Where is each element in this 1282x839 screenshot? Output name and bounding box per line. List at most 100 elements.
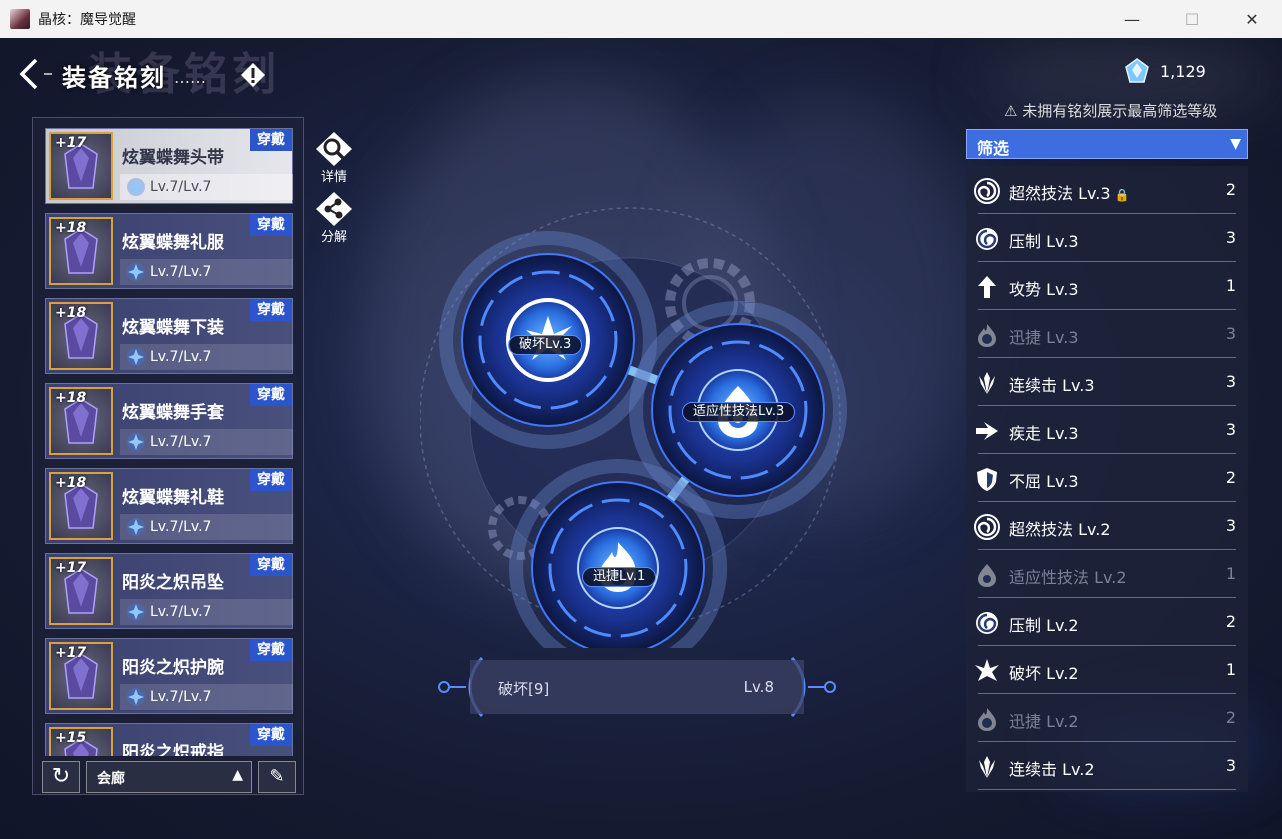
node-label-adaptive: 适应性技法Lv.3	[682, 402, 796, 422]
item-thumbnail: +17	[49, 557, 113, 625]
maximize-button[interactable]: ☐	[1162, 0, 1222, 38]
filter-dropdown[interactable]: 筛选 ▼	[966, 129, 1248, 159]
filter-rune-count: 1	[1225, 660, 1236, 679]
equipped-badge: 穿戴	[250, 214, 292, 236]
game-window: 晶核：魔导觉醒 — ☐ ✕ 装备铭刻 装备铭刻 …… +17 炫翼蝶舞头带 Lv…	[0, 0, 1282, 839]
equipment-item[interactable]: +18 炫翼蝶舞礼鞋 Lv.7/Lv.7 穿戴	[45, 468, 293, 544]
item-thumbnail: +18	[49, 387, 113, 455]
item-name: 阳炎之炽戒指	[122, 743, 224, 756]
warning-icon[interactable]	[240, 62, 266, 88]
filter-rune-count: 3	[1225, 420, 1236, 439]
item-thumbnail: +17	[49, 132, 113, 200]
edit-button[interactable]: ✎	[258, 761, 296, 793]
item-name: 炫翼蝶舞头带	[122, 148, 224, 168]
filter-row[interactable]: 连续击 Lv.3 3	[966, 358, 1248, 406]
info-rune-name: 破坏[9]	[498, 680, 550, 698]
rune-node-swift[interactable]	[509, 459, 727, 648]
filter-rune-name: 适应性技法 Lv.2	[1009, 564, 1127, 588]
filter-rune-count: 2	[1225, 708, 1236, 727]
filter-rune-name: 迅捷 Lv.2	[1009, 708, 1079, 732]
refresh-button[interactable]: ↻	[42, 761, 80, 793]
filter-row[interactable]: 迅捷 Lv.2 2	[966, 694, 1248, 742]
disassemble-icon	[316, 192, 352, 226]
filter-rune-name: 不屈 Lv.3	[1009, 468, 1079, 492]
filter-rune-name: 连续击 Lv.2	[1009, 756, 1095, 780]
disassemble-button[interactable]: 分解	[314, 190, 354, 245]
equipment-item[interactable]: +18 炫翼蝶舞下装 Lv.7/Lv.7 穿戴	[45, 298, 293, 374]
filter-rune-name: 破坏 Lv.2	[1009, 660, 1079, 684]
details-button[interactable]: 详情	[314, 130, 354, 185]
filter-rune-name-text: 连续击 Lv.2	[1009, 760, 1095, 779]
title-dots: ……	[174, 68, 206, 87]
item-level-row: Lv.7/Lv.7	[120, 514, 293, 540]
equipped-badge: 穿戴	[250, 299, 292, 321]
filter-list[interactable]: 超然技法 Lv.3 🔒 2 压制 Lv.3 3 攻势 Lv.3 1 迅捷 Lv.3 3 连续击 L…	[966, 166, 1248, 792]
filter-rune-count: 3	[1225, 324, 1236, 343]
filter-row[interactable]: 连续击 Lv.2 3	[966, 742, 1248, 790]
item-thumbnail: +15	[49, 727, 113, 756]
item-level: Lv.7/Lv.7	[150, 519, 212, 535]
item-level-row: Lv.7/Lv.7	[120, 174, 293, 200]
filter-row[interactable]: 适应性技法 Lv.2 1	[966, 550, 1248, 598]
filter-rune-name: 连续击 Lv.3	[1009, 372, 1095, 396]
game-viewport: 装备铭刻 装备铭刻 …… +17 炫翼蝶舞头带 Lv.7/Lv.7 穿戴 +18 炫翼蝶舞…	[0, 38, 1282, 839]
spiral-icon	[974, 514, 1000, 540]
filter-rune-name: 超然技法 Lv.2	[1009, 516, 1111, 540]
equipment-item[interactable]: +18 炫翼蝶舞礼服 Lv.7/Lv.7 穿戴	[45, 213, 293, 289]
equipped-badge: 穿戴	[250, 469, 292, 491]
swirl-icon	[976, 228, 998, 250]
node-label-swift: 迅捷Lv.1	[582, 567, 657, 587]
item-level: Lv.7/Lv.7	[150, 264, 212, 280]
item-thumbnail: +18	[49, 302, 113, 370]
filter-label: 筛选	[977, 139, 1010, 158]
caret-up-icon: ▲	[232, 767, 243, 783]
equipment-item[interactable]: +17 阳炎之炽吊坠 Lv.7/Lv.7 穿戴	[45, 553, 293, 629]
filter-rune-count: 2	[1225, 612, 1236, 631]
equipment-item[interactable]: +18 炫翼蝶舞手套 Lv.7/Lv.7 穿戴	[45, 383, 293, 459]
close-button[interactable]: ✕	[1222, 0, 1282, 38]
disassemble-label: 分解	[320, 230, 347, 245]
filter-rune-name: 攻势 Lv.3	[1009, 276, 1079, 300]
item-thumbnail: +17	[49, 642, 113, 710]
currency-display: 1,129	[1124, 58, 1206, 84]
filter-row[interactable]: 攻势 Lv.3 1	[966, 262, 1248, 310]
item-level-row: Lv.7/Lv.7	[120, 259, 293, 285]
back-button[interactable]	[14, 56, 58, 92]
filter-rune-name-text: 超然技法 Lv.2	[1009, 520, 1111, 539]
item-enhance-level: +18	[55, 220, 87, 236]
item-level: Lv.7/Lv.7	[150, 179, 212, 195]
equipment-item[interactable]: +15 阳炎之炽戒指 穿戴	[45, 723, 293, 756]
filter-rune-name: 超然技法 Lv.3 🔒	[1009, 180, 1129, 204]
lock-icon: 🔒	[1114, 188, 1130, 202]
item-name: 阳炎之炽护腕	[122, 658, 224, 678]
filter-row[interactable]: 超然技法 Lv.3 🔒 2	[966, 166, 1248, 214]
spiral-icon	[974, 178, 1000, 204]
equipped-badge: 穿戴	[250, 724, 292, 746]
equipped-badge: 穿戴	[250, 384, 292, 406]
sort-dropdown[interactable]: 会廊 ▲	[86, 761, 252, 793]
filter-rune-count: 1	[1225, 564, 1236, 583]
equipment-item[interactable]: +17 阳炎之炽护腕 Lv.7/Lv.7 穿戴	[45, 638, 293, 714]
dash-icon	[976, 422, 998, 440]
app-icon	[10, 9, 30, 29]
filter-row[interactable]: 疾走 Lv.3 3	[966, 406, 1248, 454]
item-name: 炫翼蝶舞下装	[122, 318, 224, 338]
filter-note: ⚠ 未拥有铭刻展示最高筛选等级	[1004, 102, 1218, 120]
window-title: 晶核：魔导觉醒	[38, 12, 136, 28]
filter-rune-name: 疾走 Lv.3	[1009, 420, 1079, 444]
filter-row[interactable]: 不屈 Lv.3 2	[966, 454, 1248, 502]
minimize-button[interactable]: —	[1102, 0, 1162, 38]
filter-rune-name-text: 压制 Lv.3	[1009, 232, 1079, 251]
filter-rune-name-text: 疾走 Lv.3	[1009, 424, 1079, 443]
item-enhance-level: +17	[55, 645, 87, 661]
filter-row[interactable]: 破坏 Lv.2 1	[966, 646, 1248, 694]
filter-row[interactable]: 超然技法 Lv.2 3	[966, 502, 1248, 550]
filter-row[interactable]: 压制 Lv.3 3	[966, 214, 1248, 262]
filter-row[interactable]: 迅捷 Lv.3 3	[966, 310, 1248, 358]
details-label: 详情	[320, 170, 347, 185]
filter-row[interactable]: 压制 Lv.2 2	[966, 598, 1248, 646]
rune-info-bar[interactable]: 破坏[9] Lv.8	[436, 656, 838, 718]
equipment-item[interactable]: +17 炫翼蝶舞头带 Lv.7/Lv.7 穿戴	[45, 128, 293, 204]
trident-icon	[979, 756, 995, 778]
equipment-list[interactable]: +17 炫翼蝶舞头带 Lv.7/Lv.7 穿戴 +18 炫翼蝶舞礼服 Lv.7/Lv.7 穿戴…	[45, 128, 293, 756]
